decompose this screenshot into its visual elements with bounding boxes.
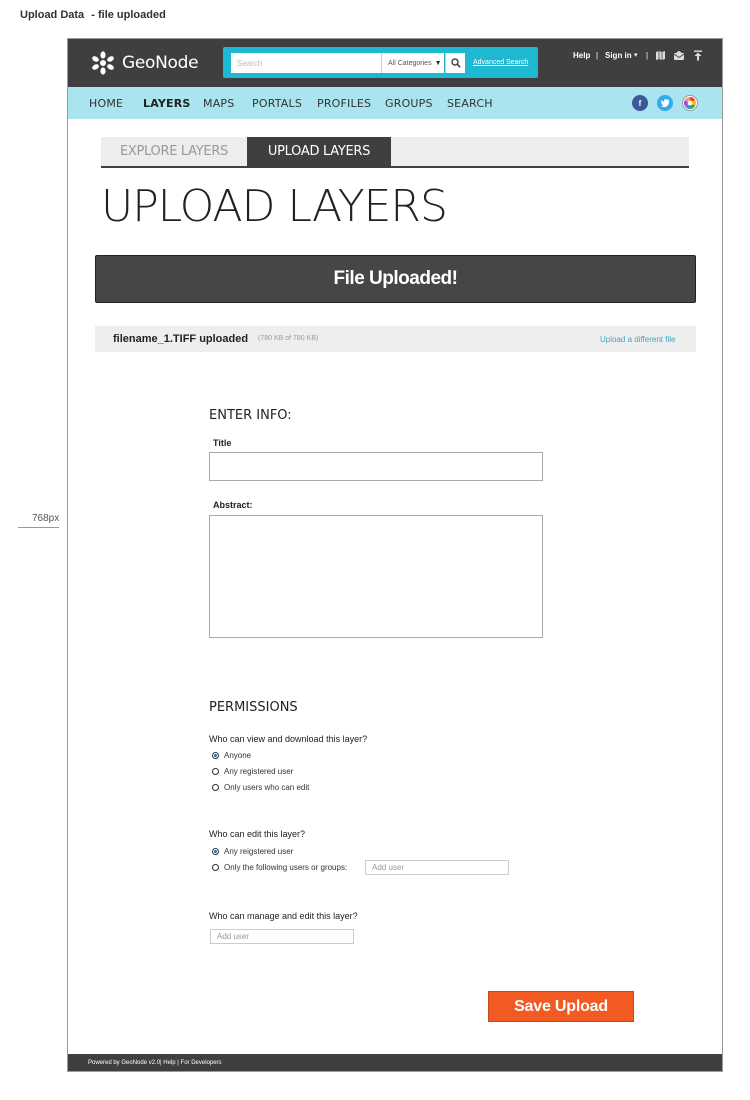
edit-add-user-input[interactable] bbox=[365, 860, 509, 875]
file-name: filename_1.TIFF uploaded bbox=[113, 333, 249, 345]
top-bar: GeoNode All Categories ▼ Advanced Search… bbox=[68, 39, 722, 87]
advanced-search-link[interactable]: Advanced Search bbox=[473, 59, 528, 66]
radio-label: Any reigstered user bbox=[224, 846, 294, 856]
radio-checked-icon[interactable] bbox=[212, 751, 219, 759]
abstract-label: Abstract: bbox=[213, 500, 253, 510]
edit-option-registered[interactable]: Any reigstered user bbox=[212, 845, 293, 857]
search-bar: All Categories ▼ Advanced Search bbox=[223, 47, 538, 78]
permissions-heading: PERMISSIONS bbox=[209, 700, 298, 715]
doc-title-sub: - file uploaded bbox=[91, 9, 166, 21]
view-permission-question: Who can view and download this layer? bbox=[209, 734, 368, 744]
upload-different-file-link[interactable]: Upload a different file bbox=[600, 335, 675, 344]
abstract-textarea[interactable] bbox=[209, 515, 543, 638]
category-select-label: All Categories bbox=[388, 59, 432, 67]
twitter-icon[interactable] bbox=[657, 95, 673, 111]
doc-title: Upload Data - file uploaded bbox=[20, 9, 166, 21]
nav-item-portals[interactable]: PORTALS bbox=[252, 97, 302, 110]
caret-down-icon[interactable]: ▾ bbox=[634, 51, 638, 59]
manage-add-user-input[interactable] bbox=[210, 929, 354, 944]
category-select[interactable]: All Categories ▼ bbox=[381, 53, 444, 73]
google-icon[interactable] bbox=[682, 95, 698, 111]
manage-permission-question: Who can manage and edit this layer? bbox=[209, 911, 358, 921]
separator: | bbox=[646, 51, 649, 60]
facebook-icon[interactable]: f bbox=[632, 95, 648, 111]
radio-label: Any registered user bbox=[224, 766, 294, 776]
title-input[interactable] bbox=[209, 452, 543, 481]
main-nav: HOME LAYERS MAPS PORTALS PROFILES GROUPS… bbox=[68, 87, 722, 119]
footer-powered-by: Powered by GeoNode v2.0 bbox=[88, 1060, 161, 1066]
upload-success-banner: File Uploaded! bbox=[95, 255, 696, 303]
page-title: UPLOAD LAYERS bbox=[101, 181, 448, 232]
nav-item-search[interactable]: SEARCH bbox=[447, 97, 493, 110]
edit-permission-question: Who can edit this layer? bbox=[209, 829, 306, 839]
logo-text: GeoNode bbox=[122, 53, 199, 73]
layers-tabs: EXPLORE LAYERS UPLOAD LAYERS bbox=[101, 137, 689, 168]
nav-item-groups[interactable]: GROUPS bbox=[385, 97, 433, 110]
save-upload-button[interactable]: Save Upload bbox=[488, 991, 634, 1022]
file-size: (780 KB of 780 KB) bbox=[258, 335, 319, 342]
radio-checked-icon[interactable] bbox=[212, 847, 219, 855]
page-frame: GeoNode All Categories ▼ Advanced Search… bbox=[67, 38, 723, 1072]
view-option-editors[interactable]: Only users who can edit bbox=[212, 781, 309, 793]
doc-title-main: Upload Data bbox=[20, 9, 85, 21]
title-label: Title bbox=[213, 438, 232, 448]
radio-icon[interactable] bbox=[212, 783, 219, 791]
view-option-anyone[interactable]: Anyone bbox=[212, 749, 251, 761]
ruler-label: 768px bbox=[32, 513, 60, 524]
uploaded-file-bar: filename_1.TIFF uploaded (780 KB of 780 … bbox=[95, 326, 696, 352]
help-link[interactable]: Help bbox=[573, 51, 590, 60]
footer: Powered by GeoNode v2.0 | Help | For Deve… bbox=[68, 1054, 722, 1071]
radio-label: Anyone bbox=[224, 750, 252, 760]
nav-item-layers[interactable]: LAYERS bbox=[143, 97, 191, 110]
mail-icon[interactable] bbox=[673, 49, 685, 61]
search-icon bbox=[450, 58, 461, 68]
radio-label: Only the following users or groups: bbox=[224, 862, 348, 872]
radio-icon[interactable] bbox=[212, 863, 219, 871]
view-option-registered[interactable]: Any registered user bbox=[212, 765, 293, 777]
tab-upload-layers[interactable]: UPLOAD LAYERS bbox=[247, 137, 391, 166]
map-icon[interactable] bbox=[654, 49, 666, 61]
footer-help-link[interactable]: Help bbox=[163, 1060, 175, 1066]
sign-in-link[interactable]: Sign in bbox=[605, 51, 632, 60]
ruler-line bbox=[18, 527, 59, 528]
search-button[interactable] bbox=[445, 53, 465, 73]
upload-icon[interactable] bbox=[692, 49, 704, 61]
nav-item-maps[interactable]: MAPS bbox=[203, 97, 234, 110]
radio-label: Only users who can edit bbox=[224, 782, 310, 792]
tab-explore-layers[interactable]: EXPLORE LAYERS bbox=[101, 137, 247, 166]
separator: | bbox=[596, 51, 599, 60]
edit-option-following[interactable]: Only the following users or groups: bbox=[212, 861, 347, 873]
footer-developers-link[interactable]: For Developers bbox=[181, 1060, 222, 1066]
radio-icon[interactable] bbox=[212, 767, 219, 775]
logo[interactable]: GeoNode bbox=[90, 51, 199, 75]
enter-info-heading: ENTER INFO: bbox=[209, 408, 292, 423]
nav-item-home[interactable]: HOME bbox=[89, 97, 123, 110]
search-input[interactable] bbox=[231, 53, 381, 73]
nav-item-profiles[interactable]: PROFILES bbox=[317, 97, 371, 110]
geonode-logo-icon bbox=[92, 51, 114, 75]
caret-down-icon: ▼ bbox=[434, 59, 442, 67]
